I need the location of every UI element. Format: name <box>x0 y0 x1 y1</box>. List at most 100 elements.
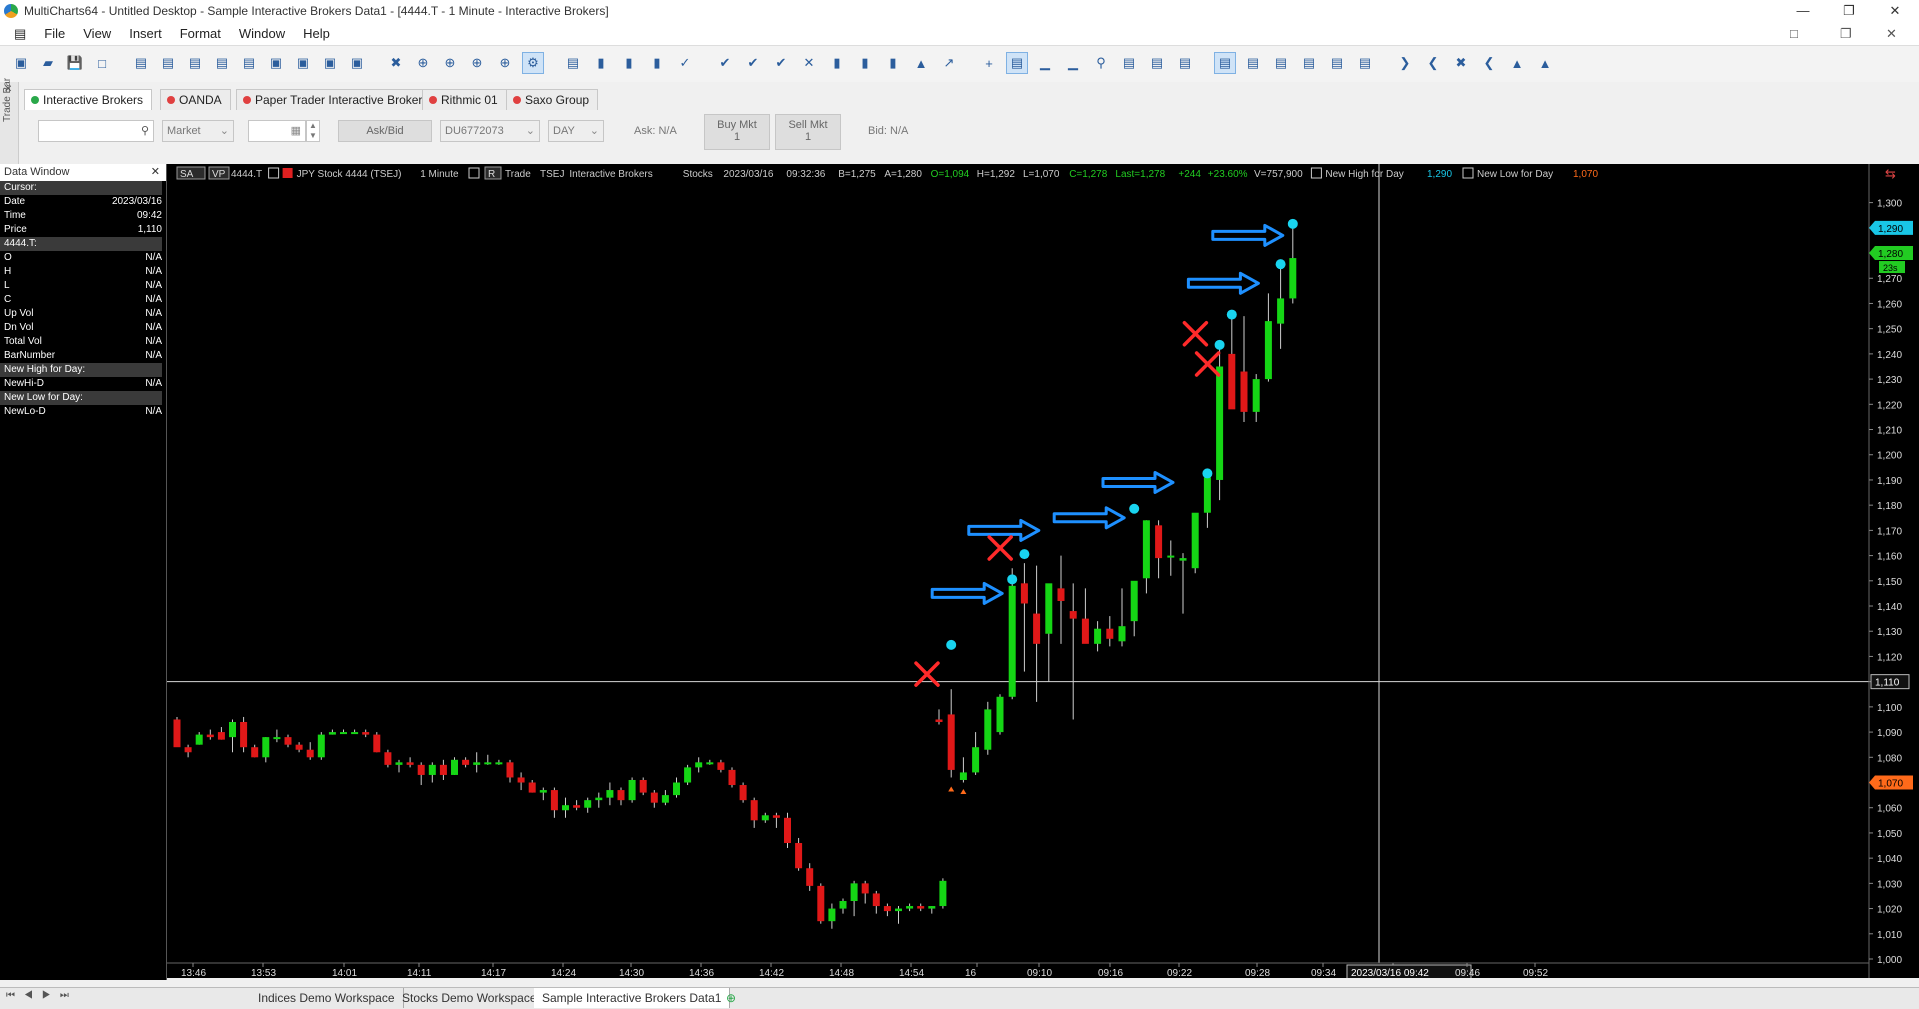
signal-1-icon[interactable]: ✔ <box>714 52 736 74</box>
dom-icon[interactable]: ▮ <box>854 52 876 74</box>
sell-icon[interactable]: ▲ <box>1534 52 1556 74</box>
new-chart-icon[interactable]: ▣ <box>10 52 32 74</box>
candle-style-icon[interactable]: ▮ <box>618 52 640 74</box>
hl-icon[interactable]: ▮ <box>882 52 904 74</box>
doc-close-icon[interactable]: ✕ <box>1886 26 1897 42</box>
study-options-icon[interactable]: ⊕ <box>494 52 516 74</box>
menu-window[interactable]: Window <box>230 22 294 45</box>
edit-study-icon[interactable]: ⊕ <box>439 52 461 74</box>
add-study-icon[interactable]: ⊕ <box>412 52 434 74</box>
strategy-icon[interactable]: ▤ <box>1174 52 1196 74</box>
print-icon[interactable]: □ <box>91 52 113 74</box>
table-icon[interactable]: ▤ <box>1118 52 1140 74</box>
open-icon[interactable]: ▰ <box>37 52 59 74</box>
broker-tab[interactable]: Interactive Brokers <box>24 89 153 110</box>
remove-study-icon[interactable]: ⊕ <box>466 52 488 74</box>
candle-body <box>584 800 592 808</box>
candle-body <box>384 752 392 765</box>
data-icon[interactable]: ▤ <box>562 52 584 74</box>
order-type-select[interactable]: Market ⌄ <box>162 120 234 142</box>
cross-icon[interactable]: + <box>978 52 1000 74</box>
tif-select[interactable]: DAY ⌄ <box>548 120 604 142</box>
menu-insert[interactable]: Insert <box>120 22 171 45</box>
menu-view[interactable]: View <box>74 22 120 45</box>
quantity-input[interactable]: ▦ <box>248 120 306 142</box>
workspace-2-icon[interactable]: ▤ <box>1354 52 1376 74</box>
close-icon[interactable]: ✕ <box>151 164 160 181</box>
report-icon[interactable]: ▤ <box>1326 52 1348 74</box>
refresh-icon[interactable]: ▣ <box>265 52 287 74</box>
zoom-icon[interactable]: ⚲ <box>1090 52 1112 74</box>
line-style-icon[interactable]: ▮ <box>646 52 668 74</box>
broker-tab[interactable]: OANDA <box>160 89 231 110</box>
broker-tab[interactable]: Paper Trader Interactive Brokers <box>236 89 438 110</box>
save-icon[interactable]: 💾 <box>64 52 86 74</box>
menu-help[interactable]: Help <box>294 22 339 45</box>
bar-style-icon[interactable]: ▮ <box>590 52 612 74</box>
price-tick-label: 1,130 <box>1877 627 1902 638</box>
price-chart[interactable]: 1,000 1,010 1,020 1,030 1,040 1,050 1,060 1,070… <box>167 164 1919 978</box>
vp-button: VP <box>212 169 226 180</box>
alerts-icon[interactable]: ▣ <box>292 52 314 74</box>
broker-tab[interactable]: Saxo Group <box>506 89 599 110</box>
signal-2-icon[interactable]: ✔ <box>742 52 764 74</box>
market-icon[interactable]: ▤ <box>1270 52 1292 74</box>
collapse-icon[interactable]: ❮ <box>1422 52 1444 74</box>
data-row-key: Dn Vol <box>4 322 34 333</box>
workspace-tab[interactable]: Sample Interactive Brokers Data1 <box>534 988 731 1008</box>
template-icon[interactable]: ▤ <box>238 52 260 74</box>
doc-icon[interactable]: ▤ <box>0 22 35 45</box>
candle-body <box>317 734 325 758</box>
data-row: Up Vol N/A <box>0 307 162 321</box>
buy-market-button[interactable]: Buy Mkt 1 <box>704 114 770 150</box>
vline-icon[interactable]: ▁ <box>1062 52 1084 74</box>
candle-body <box>617 790 625 801</box>
format-icon[interactable]: ▤ <box>184 52 206 74</box>
data-row: O N/A <box>0 251 162 265</box>
workspace-icon[interactable]: ▤ <box>130 52 152 74</box>
news-icon[interactable]: ▤ <box>1298 52 1320 74</box>
quantity-stepper[interactable]: ▲ ▼ <box>306 120 320 142</box>
signal-3-icon[interactable]: ✔ <box>770 52 792 74</box>
drawing-icon[interactable]: ▣ <box>346 52 368 74</box>
doc-restore-down-icon[interactable]: ❐ <box>1840 26 1852 42</box>
add-tab-icon[interactable]: ⊕ <box>718 988 744 1008</box>
portfolio-icon[interactable]: ▤ <box>1242 52 1264 74</box>
price-tick-label: 1,230 <box>1877 375 1902 386</box>
ask-bid-button[interactable]: Ask/Bid <box>338 120 432 142</box>
arrow-icon[interactable]: ↗ <box>938 52 960 74</box>
check-icon[interactable]: ✓ <box>674 52 696 74</box>
volume-icon[interactable]: ▮ <box>826 52 848 74</box>
reset-icon[interactable]: ✖ <box>1450 52 1472 74</box>
optimizer-icon[interactable]: ⚙ <box>522 52 544 74</box>
minimize-button[interactable]: — <box>1780 0 1826 22</box>
maximize-button[interactable]: ❐ <box>1826 0 1872 22</box>
close-button[interactable]: ✕ <box>1872 0 1918 22</box>
workspace-tab[interactable]: Indices Demo Workspace <box>250 988 404 1008</box>
tab-nav-icons[interactable]: ⏮◀▶⏭ <box>6 990 78 1001</box>
delete-icon[interactable]: ✖ <box>385 52 407 74</box>
broker-tab[interactable]: Rithmic 01 <box>422 89 507 110</box>
hline-icon[interactable]: ▁ <box>1034 52 1056 74</box>
symbol-input[interactable]: ⚲ <box>38 120 154 142</box>
chart-canvas[interactable]: 1,000 1,010 1,020 1,030 1,040 1,050 1,060 1,070… <box>167 164 1919 978</box>
scanner-icon[interactable]: ▤ <box>1214 52 1236 74</box>
prev-icon[interactable]: ❮ <box>1478 52 1500 74</box>
expand-icon[interactable]: ❯ <box>1394 52 1416 74</box>
buy-icon[interactable]: ▲ <box>1506 52 1528 74</box>
account-select[interactable]: DU6772073 ⌄ <box>440 120 540 142</box>
candle-body <box>439 764 447 775</box>
doc-restore-icon[interactable]: □ <box>1790 26 1798 41</box>
menu-format[interactable]: Format <box>171 22 230 45</box>
menu-file[interactable]: File <box>35 22 74 45</box>
trend-icon[interactable]: ▲ <box>910 52 932 74</box>
signal-4-icon[interactable]: ✕ <box>798 52 820 74</box>
symbol-icon[interactable]: ▤ <box>157 52 179 74</box>
studies-icon[interactable]: ▤ <box>211 52 233 74</box>
workspace-tab[interactable]: Stocks Demo Workspace <box>394 988 546 1008</box>
settings-icon[interactable]: ▣ <box>319 52 341 74</box>
order-icon[interactable]: ▤ <box>1146 52 1168 74</box>
text-icon[interactable]: ▤ <box>1006 52 1028 74</box>
candle-body <box>1045 583 1053 634</box>
sell-market-button[interactable]: Sell Mkt 1 <box>775 114 841 150</box>
